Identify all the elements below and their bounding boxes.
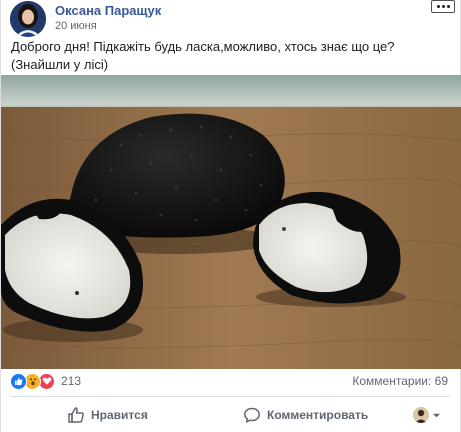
more-dots-icon (436, 5, 440, 8)
comment-button[interactable]: Комментировать (243, 403, 368, 427)
like-button[interactable]: Нравится (67, 403, 148, 427)
divider (11, 396, 450, 397)
comment-icon (244, 407, 260, 423)
chevron-down-icon (432, 413, 441, 417)
truffle-photo (1, 75, 461, 369)
more-dot (441, 5, 445, 8)
comments-count-link[interactable]: Комментарии: 69 (352, 374, 448, 388)
like-label: Нравится (91, 408, 148, 422)
post-options-button[interactable] (431, 0, 455, 13)
like-icon (10, 372, 27, 390)
reaction-count: 213 (61, 374, 82, 388)
post-photo[interactable] (1, 75, 461, 369)
post-actions: Нравится Комментировать (1, 399, 460, 431)
post-text: Доброго дня! Підкажіть будь ласка,можлив… (11, 38, 451, 74)
post-card: Оксана Паращук 20 июня Доброго дня! Підк… (0, 0, 461, 432)
more-dot (446, 5, 450, 8)
author-name[interactable]: Оксана Паращук (55, 3, 161, 18)
post-text-line: Доброго дня! Підкажіть будь ласка,можлив… (11, 39, 395, 54)
author-avatar[interactable] (10, 1, 46, 37)
reactions-summary[interactable]: 213 (10, 372, 81, 390)
post-timestamp[interactable]: 20 июня (55, 20, 97, 32)
comment-as-selector[interactable] (413, 403, 441, 427)
viewer-avatar (413, 407, 429, 423)
post-text-line: (Знайшли у лісі) (11, 57, 109, 72)
comment-label: Комментировать (267, 408, 369, 422)
thumbs-up-icon (68, 407, 84, 423)
